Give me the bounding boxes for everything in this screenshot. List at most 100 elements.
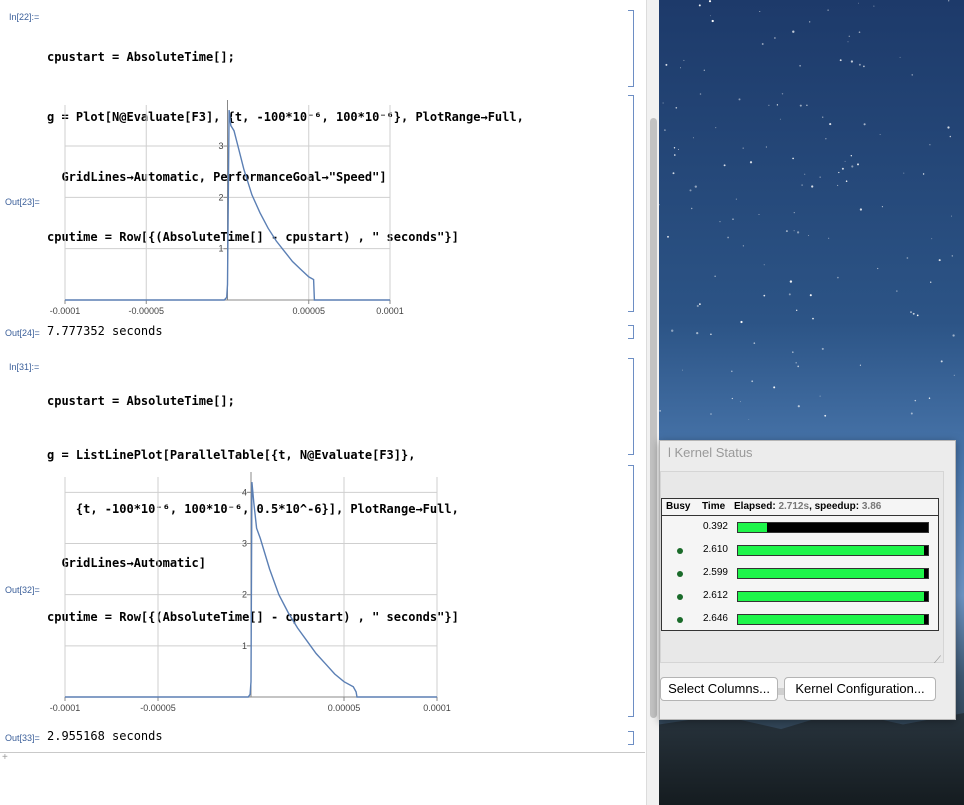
resize-grip-icon[interactable]: ⟋ bbox=[934, 655, 941, 666]
kernel-time: 2.646 bbox=[702, 613, 728, 624]
y-tick-label: 3 bbox=[218, 141, 223, 151]
star bbox=[731, 370, 733, 373]
star bbox=[841, 167, 844, 170]
busy-indicator-icon bbox=[677, 548, 683, 554]
star bbox=[774, 37, 776, 39]
star bbox=[710, 333, 712, 336]
cell-bracket[interactable] bbox=[628, 10, 634, 87]
star bbox=[951, 255, 953, 257]
speedup-value: 3.86 bbox=[861, 501, 882, 512]
plot-1: -0.0001 -0.00005 0.00005 0.0001 1 2 3 bbox=[50, 100, 404, 315]
star bbox=[863, 123, 866, 126]
star bbox=[671, 329, 674, 332]
star bbox=[881, 206, 883, 208]
star bbox=[673, 147, 676, 149]
star bbox=[682, 369, 683, 371]
star bbox=[732, 218, 734, 221]
elapsed-summary: Elapsed: 2.712s, speedup: 3.86 bbox=[734, 501, 881, 512]
star bbox=[748, 418, 750, 420]
star bbox=[825, 138, 827, 140]
star bbox=[779, 118, 781, 120]
star bbox=[804, 173, 806, 175]
star bbox=[819, 176, 821, 178]
star bbox=[837, 276, 839, 279]
elapsed-label: Elapsed: bbox=[734, 501, 776, 512]
star bbox=[912, 312, 915, 315]
cputime-output-1: 7.777352 seconds bbox=[47, 324, 163, 338]
star bbox=[838, 171, 840, 174]
star bbox=[896, 290, 898, 292]
star bbox=[758, 213, 760, 215]
star bbox=[828, 237, 830, 239]
kernel-time: 2.612 bbox=[702, 590, 728, 601]
cell-bracket[interactable] bbox=[628, 465, 634, 717]
star bbox=[821, 347, 824, 350]
kernel-status-window: l Kernel Status Busy Time Elapsed: 2.712… bbox=[659, 440, 956, 720]
star bbox=[819, 395, 821, 397]
kernel-configuration-button[interactable]: Kernel Configuration... bbox=[784, 677, 936, 701]
x-tick-label: 0.0001 bbox=[423, 703, 451, 713]
star bbox=[916, 314, 919, 317]
star bbox=[863, 65, 865, 68]
progress-fill bbox=[738, 592, 925, 601]
time-column-header[interactable]: Time bbox=[702, 501, 725, 512]
elapsed-value: 2.712s bbox=[778, 501, 810, 512]
star bbox=[699, 93, 702, 95]
star bbox=[761, 43, 764, 45]
star bbox=[708, 0, 712, 3]
star bbox=[689, 189, 692, 192]
cell-bracket[interactable] bbox=[628, 358, 634, 455]
star bbox=[859, 364, 861, 366]
y-tick-label: 1 bbox=[242, 641, 247, 651]
star bbox=[659, 410, 661, 412]
star bbox=[947, 126, 950, 129]
star bbox=[859, 208, 863, 211]
star bbox=[940, 360, 943, 363]
star bbox=[844, 160, 846, 162]
star bbox=[847, 41, 849, 43]
select-columns-button[interactable]: Select Columns... bbox=[660, 677, 778, 701]
out-label-32: Out[32]= bbox=[5, 585, 40, 595]
star bbox=[858, 2, 860, 4]
star bbox=[740, 320, 743, 324]
x-tick-label: 0.00005 bbox=[328, 703, 361, 713]
star bbox=[822, 116, 824, 118]
kernel-time: 0.392 bbox=[702, 521, 728, 532]
star bbox=[659, 203, 660, 206]
star bbox=[812, 317, 814, 320]
add-cell-icon[interactable]: + bbox=[2, 752, 8, 763]
busy-indicator-icon bbox=[677, 617, 683, 623]
star bbox=[738, 98, 741, 101]
star bbox=[742, 245, 744, 247]
star bbox=[763, 294, 766, 297]
star bbox=[727, 236, 729, 239]
notebook-scrollbar[interactable] bbox=[646, 0, 660, 805]
cell-bracket[interactable] bbox=[628, 325, 634, 339]
kernel-row: 2.646 bbox=[662, 609, 938, 631]
cell-bracket[interactable] bbox=[628, 95, 634, 312]
busy-indicator-icon bbox=[677, 571, 683, 577]
cell-bracket[interactable] bbox=[628, 731, 634, 745]
kernel-row: 2.610 bbox=[662, 540, 938, 562]
star bbox=[667, 235, 669, 238]
star bbox=[799, 104, 802, 107]
star bbox=[749, 161, 753, 164]
star bbox=[857, 163, 859, 166]
y-tick-label: 2 bbox=[218, 192, 223, 202]
kernel-table: Busy Time Elapsed: 2.712s, speedup: 3.86… bbox=[661, 498, 939, 631]
star bbox=[763, 264, 765, 266]
out-label-24: Out[24]= bbox=[5, 328, 40, 338]
star bbox=[799, 65, 801, 67]
star bbox=[848, 35, 851, 38]
star bbox=[715, 127, 717, 129]
scrollbar-thumb[interactable] bbox=[650, 118, 657, 718]
cell-insertion-line[interactable] bbox=[0, 752, 645, 753]
kernel-time: 2.610 bbox=[702, 544, 728, 555]
x-tick-label: -0.0001 bbox=[50, 703, 81, 713]
star bbox=[824, 414, 827, 417]
busy-column-header[interactable]: Busy bbox=[666, 501, 690, 512]
kernel-progress-bar bbox=[737, 545, 929, 556]
star bbox=[845, 180, 848, 182]
kernel-status-body: Busy Time Elapsed: 2.712s, speedup: 3.86… bbox=[660, 471, 944, 695]
star bbox=[711, 19, 714, 23]
